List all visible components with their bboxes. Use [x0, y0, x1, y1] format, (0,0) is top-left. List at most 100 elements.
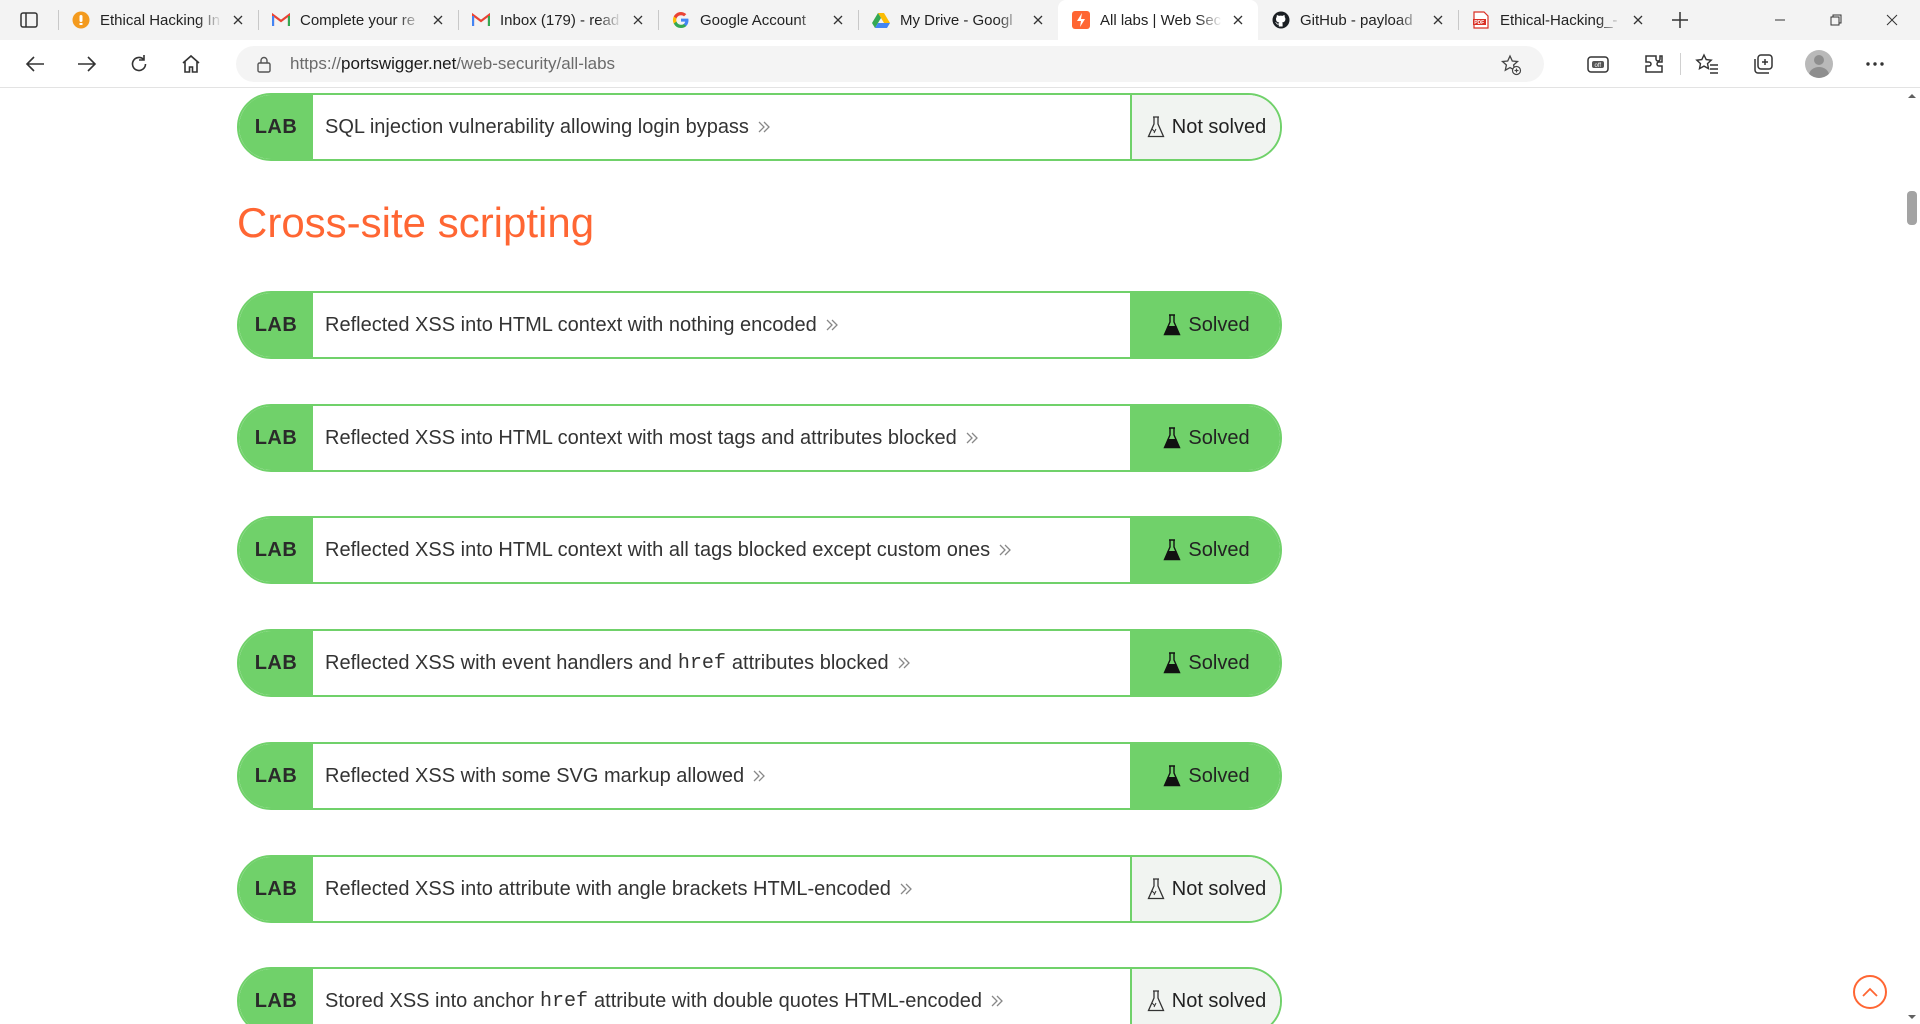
lab-status-badge: Solved [1130, 744, 1280, 808]
new-tab-button[interactable] [1658, 0, 1702, 40]
restore-button[interactable] [1808, 0, 1864, 40]
close-icon[interactable] [1628, 10, 1648, 30]
close-icon[interactable] [428, 10, 448, 30]
lab-title-link[interactable]: Reflected XSS into HTML context with not… [313, 293, 1130, 357]
restore-icon [1830, 14, 1842, 26]
toolbar-actions: off [1580, 46, 1913, 82]
close-icon[interactable] [828, 10, 848, 30]
gmail-icon [272, 11, 290, 29]
home-button[interactable] [173, 46, 209, 82]
flask-outline-icon [1146, 877, 1166, 901]
profile-avatar[interactable] [1801, 46, 1837, 82]
lab-status-badge: Solved [1130, 518, 1280, 582]
lab-title-text-suffix: attributes blocked [731, 651, 889, 674]
arrow-left-icon [25, 55, 44, 72]
lab-status-badge: Not solved [1130, 95, 1280, 159]
lab-title-text: SQL injection vulnerability allowing log… [325, 115, 749, 138]
tab-title: Complete your re [300, 11, 416, 29]
browser-tab[interactable]: Inbox (179) - read [458, 0, 658, 40]
lab-row[interactable]: LAB Reflected XSS into attribute with an… [237, 855, 1282, 923]
lab-row[interactable]: LAB Reflected XSS into HTML context with… [237, 516, 1282, 584]
double-chevron-right-icon [899, 882, 913, 896]
more-options-icon[interactable] [1857, 46, 1893, 82]
favorites-icon[interactable] [1689, 46, 1725, 82]
close-icon[interactable] [228, 10, 248, 30]
extensions-icon[interactable] [1636, 46, 1672, 82]
browser-essentials-icon[interactable]: off [1580, 46, 1616, 82]
browser-tab[interactable]: PDF Ethical-Hacking_- [1458, 0, 1658, 40]
url-text: https://portswigger.net/web-security/all… [290, 54, 615, 74]
lab-title-text: Stored XSS into anchor [325, 989, 535, 1012]
back-button[interactable] [17, 46, 53, 82]
lab-title-link[interactable]: Reflected XSS with event handlers and hr… [313, 631, 1130, 695]
lab-tag: LAB [239, 95, 313, 159]
back-to-top-button[interactable] [1853, 975, 1887, 1009]
lab-row[interactable]: LAB Reflected XSS with some SVG markup a… [237, 742, 1282, 810]
lab-status-text: Not solved [1171, 877, 1267, 900]
tab-title: Google Account [700, 11, 806, 29]
lab-row[interactable]: LAB Reflected XSS into HTML context with… [237, 404, 1282, 472]
close-icon[interactable] [1428, 10, 1448, 30]
lock-icon[interactable] [254, 54, 274, 74]
close-icon[interactable] [628, 10, 648, 30]
google-icon [672, 11, 690, 29]
scroll-up-arrow-icon[interactable] [1907, 91, 1917, 101]
lab-title-link[interactable]: Reflected XSS with some SVG markup allow… [313, 744, 1130, 808]
lab-status-text: Not solved [1171, 115, 1267, 138]
tab-actions-menu-icon[interactable] [15, 6, 43, 34]
lab-title-text: Reflected XSS into HTML context with all… [325, 538, 991, 561]
tab-title: All labs | Web Sec [1100, 11, 1222, 29]
browser-tab[interactable]: My Drive - Googl [858, 0, 1058, 40]
tab-title: Ethical Hacking In [100, 11, 221, 29]
svg-text:PDF: PDF [1474, 20, 1484, 26]
double-chevron-right-icon [897, 656, 911, 670]
lab-title-link[interactable]: Reflected XSS into HTML context with mos… [313, 406, 1130, 470]
tab-title: My Drive - Googl [900, 11, 1013, 29]
lab-title-text-suffix: attribute with double quotes HTML-encode… [594, 989, 983, 1012]
close-window-button[interactable] [1864, 0, 1920, 40]
avatar [1805, 50, 1833, 78]
lab-title-link[interactable]: Reflected XSS into HTML context with all… [313, 518, 1130, 582]
browser-tab[interactable]: Google Account [658, 0, 858, 40]
collections-icon[interactable] [1745, 46, 1781, 82]
address-bar[interactable]: https://portswigger.net/web-security/all… [236, 46, 1544, 82]
vertical-scrollbar[interactable] [1904, 89, 1920, 1024]
lab-row[interactable]: LAB Stored XSS into anchor href attribut… [237, 967, 1282, 1024]
minimize-button[interactable] [1752, 0, 1808, 40]
github-icon [1272, 11, 1290, 29]
flask-filled-icon [1162, 764, 1182, 788]
lab-tag: LAB [239, 293, 313, 357]
svg-text:off: off [1595, 63, 1602, 69]
lab-row[interactable]: LAB SQL injection vulnerability allowing… [237, 93, 1282, 161]
scrollbar-thumb[interactable] [1907, 191, 1917, 225]
browser-tab[interactable]: Complete your re [258, 0, 458, 40]
flask-filled-icon [1162, 651, 1182, 675]
tab-title: GitHub - payload [1300, 11, 1413, 29]
lab-row[interactable]: LAB Reflected XSS into HTML context with… [237, 291, 1282, 359]
lab-title-link[interactable]: SQL injection vulnerability allowing log… [313, 95, 1130, 159]
lab-status-text: Not solved [1171, 989, 1267, 1012]
arrow-right-icon [78, 55, 97, 72]
forward-button[interactable] [69, 46, 105, 82]
browser-tab[interactable]: Ethical Hacking In [58, 0, 258, 40]
lab-title-link[interactable]: Reflected XSS into attribute with angle … [313, 857, 1130, 921]
close-icon[interactable] [1028, 10, 1048, 30]
refresh-button[interactable] [121, 46, 157, 82]
orange-bulb-icon [72, 11, 90, 29]
lab-status-text: Solved [1188, 313, 1250, 336]
lab-row[interactable]: LAB Reflected XSS with event handlers an… [237, 629, 1282, 697]
flask-outline-icon [1146, 989, 1166, 1013]
lab-title-link[interactable]: Stored XSS into anchor href attribute wi… [313, 969, 1130, 1024]
lab-status-text: Solved [1188, 651, 1250, 674]
double-chevron-right-icon [998, 543, 1012, 557]
browser-tab-active[interactable]: All labs | Web Sec [1058, 0, 1258, 40]
double-chevron-right-icon [990, 994, 1004, 1008]
add-favorite-icon[interactable] [1500, 54, 1522, 76]
browser-tab[interactable]: GitHub - payload [1258, 0, 1458, 40]
close-icon[interactable] [1228, 10, 1248, 30]
scroll-down-arrow-icon[interactable] [1907, 1012, 1917, 1022]
lab-status-badge: Solved [1130, 631, 1280, 695]
tab-title: Inbox (179) - read [500, 11, 620, 29]
double-chevron-right-icon [825, 318, 839, 332]
lab-title-text: Reflected XSS into HTML context with not… [325, 313, 817, 336]
